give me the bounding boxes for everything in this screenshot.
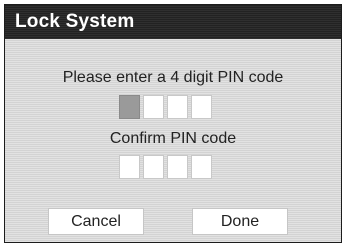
confirm-digit-1[interactable] (119, 155, 140, 179)
pin-entry-fields (119, 95, 212, 119)
pin-digit-1[interactable] (119, 95, 140, 119)
cancel-button[interactable]: Cancel (48, 208, 144, 235)
pin-digit-3[interactable] (167, 95, 188, 119)
confirm-digit-3[interactable] (167, 155, 188, 179)
lock-system-dialog: Lock System Please enter a 4 digit PIN c… (4, 4, 342, 243)
pin-entry-prompt: Please enter a 4 digit PIN code (62, 69, 284, 86)
confirm-pin-fields (119, 155, 212, 179)
dialog-title: Lock System (15, 11, 135, 32)
dialog-titlebar: Lock System (5, 5, 341, 39)
done-button[interactable]: Done (192, 208, 288, 235)
confirm-digit-2[interactable] (143, 155, 164, 179)
confirm-pin-prompt: Confirm PIN code (109, 130, 237, 147)
pin-digit-4[interactable] (191, 95, 212, 119)
confirm-digit-4[interactable] (191, 155, 212, 179)
pin-digit-2[interactable] (143, 95, 164, 119)
